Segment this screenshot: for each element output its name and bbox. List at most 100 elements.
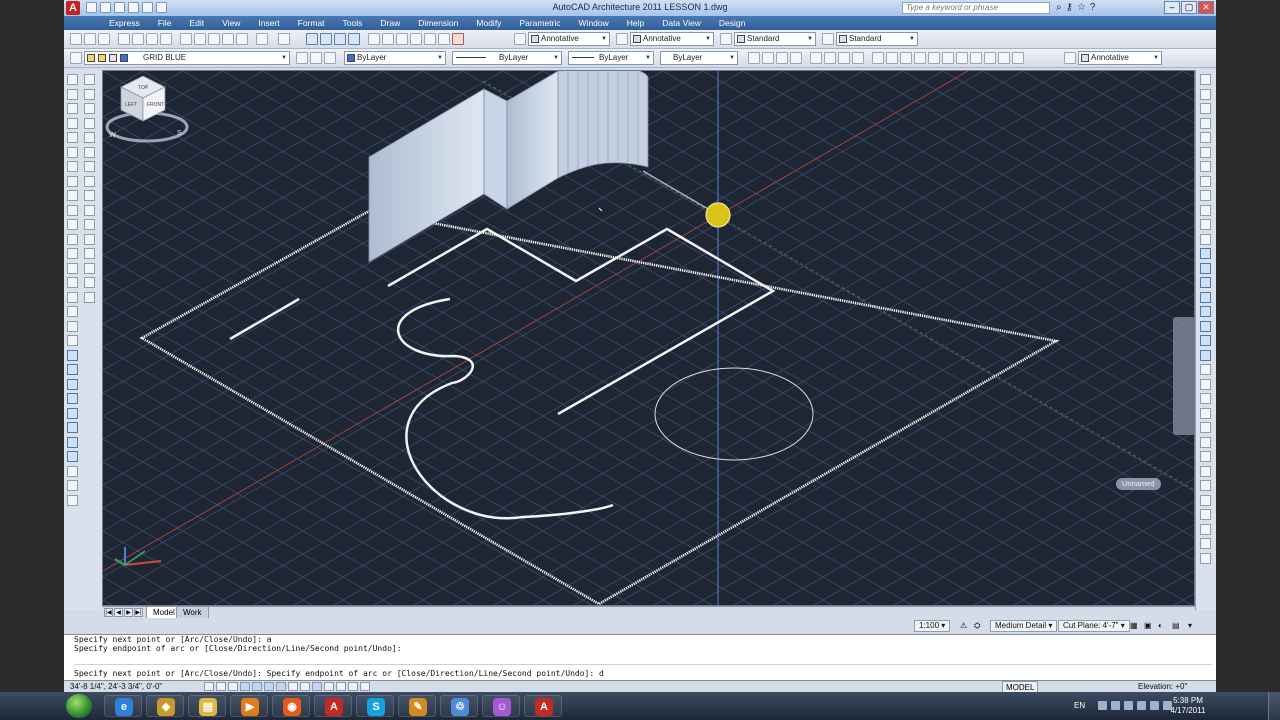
right-tool-32-icon[interactable] [1200,523,1211,535]
inspection-icon[interactable] [970,52,982,64]
taskbar-button-7[interactable]: S [356,695,394,717]
isolate-objects-icon[interactable]: ◐ [1158,620,1163,632]
linear-dim-icon[interactable] [748,52,760,64]
mirror-tool-icon[interactable] [84,103,95,114]
3d-object-snap-icon[interactable] [264,682,274,691]
star-icon[interactable]: ☆ [1077,2,1086,13]
display-configuration-dropdown[interactable]: Medium Detail ▾ [990,620,1058,632]
extend-tool-icon[interactable] [84,219,95,230]
dim-break-icon[interactable] [928,52,940,64]
zoom-window-icon[interactable] [334,33,346,45]
menu-format[interactable]: Format [289,16,334,30]
make-current-layer-icon[interactable] [296,52,308,64]
help-toolbar-icon[interactable] [452,33,464,45]
right-tool-29-icon[interactable] [1200,480,1211,491]
table-style-icon[interactable] [720,33,732,45]
move-tool-icon[interactable] [84,146,95,158]
right-tool-15-icon[interactable] [1200,277,1211,288]
right-tool-13-icon[interactable] [1200,248,1211,259]
layer-states-icon[interactable] [324,52,336,64]
cut-plane-control[interactable]: Cut Plane: 4'-7" ▾ [1058,620,1130,632]
last-tab-icon[interactable]: ▶| [134,608,143,617]
text-style-dropdown[interactable]: Annotative [528,32,610,46]
sheet-set-icon[interactable] [410,33,422,45]
command-line[interactable]: Specify next point or [Arc/Close/Undo]: … [64,634,1216,681]
ortho-mode-icon[interactable] [228,682,238,691]
model-space-toggle[interactable]: MODEL [1002,681,1039,692]
continue-dim-icon[interactable] [900,52,912,64]
jogged-dim-icon[interactable] [824,52,836,64]
dynamic-input-icon[interactable] [300,682,310,691]
ellipse-arc-tool-icon[interactable] [67,219,78,230]
lineweight-display-icon[interactable] [312,682,322,691]
plot-preview-icon[interactable] [132,33,144,45]
right-tool-12-icon[interactable] [1200,233,1211,245]
menu-view[interactable]: View [213,16,249,30]
taskbar-button-5[interactable]: ◉ [272,695,310,717]
baseline-dim-icon[interactable] [886,52,898,64]
help-search-input[interactable]: Type a keyword or phrase [902,2,1050,14]
plot-button-icon[interactable] [118,33,130,45]
hatch-tool-icon[interactable] [67,277,78,288]
start-button[interactable] [66,694,92,718]
offset-tool-icon[interactable] [84,117,95,129]
mleader-style-icon[interactable] [822,33,834,45]
navigation-bar[interactable] [1173,317,1194,435]
space-tool-icon[interactable] [67,393,78,404]
network-icon[interactable] [1111,701,1120,710]
ellipse-tool-icon[interactable] [67,204,78,216]
annotation-visibility-icon[interactable]: ⚠ [960,620,967,632]
erase-tool-icon[interactable] [84,74,95,85]
arc-tool-icon[interactable] [67,146,78,158]
spline-tool-icon[interactable] [67,190,78,201]
tray-arrow-icon[interactable] [1098,701,1107,710]
dim-style-dropdown[interactable]: Annotative [630,32,714,46]
right-tool-21-icon[interactable] [1200,364,1211,375]
right-tool-17-icon[interactable] [1200,306,1211,317]
right-tool-25-icon[interactable] [1200,422,1211,433]
menu-file[interactable]: File [149,16,181,30]
command-prompt-line[interactable]: Specify next point or [Arc/Close/Undo]: … [64,669,604,678]
right-tool-7-icon[interactable] [1200,161,1211,172]
copy-tool-icon[interactable] [84,88,95,100]
mtext-tool-icon[interactable] [67,335,78,346]
menu-edit[interactable]: Edit [180,16,213,30]
lineweight-dropdown[interactable]: ByLayer [568,51,654,65]
right-tool-28-icon[interactable] [1200,465,1211,477]
save-file-icon[interactable] [98,33,110,45]
cut-icon[interactable] [180,33,192,45]
pan-icon[interactable] [306,33,318,45]
show-desktop-button[interactable] [1268,692,1280,720]
right-tool-33-icon[interactable] [1200,538,1211,549]
menu-parametric[interactable]: Parametric [510,16,569,30]
quickcalc-icon[interactable] [438,33,450,45]
annotation-scale-icon[interactable] [1064,52,1076,64]
taskbar-button-3[interactable]: ▤ [188,695,226,717]
transparency-icon[interactable] [324,682,334,691]
dim-style-icon[interactable] [616,33,628,45]
taskbar-button-9[interactable]: ♲ [440,695,478,717]
circle-tool-icon[interactable] [67,161,78,172]
menu-draw[interactable]: Draw [371,16,409,30]
taskbar-clock[interactable]: 5:38 PM 4/17/2011 [1166,696,1210,716]
section-tool-icon[interactable] [67,480,78,491]
publish-icon[interactable] [146,33,158,45]
mleader-style-dropdown[interactable]: Standard [836,32,918,46]
text-style-icon[interactable] [514,33,526,45]
right-tool-19-icon[interactable] [1200,335,1211,346]
right-tool-1-icon[interactable] [1200,74,1211,85]
break-tool-icon[interactable] [84,233,95,245]
language-indicator[interactable]: EN [1074,701,1085,710]
surface-hatch-icon[interactable]: ▦ [1130,620,1138,632]
color-dropdown[interactable]: ByLayer [344,51,446,65]
aligned-dim-icon[interactable] [762,52,774,64]
elevation-readout[interactable]: Elevation: +0" [1138,681,1187,692]
menu-design[interactable]: Design [710,16,754,30]
dim-space-icon[interactable] [914,52,926,64]
ordinate-dim-icon[interactable] [790,52,802,64]
right-tool-18-icon[interactable] [1200,320,1211,332]
window-tool-icon[interactable] [67,378,78,390]
linetype-dropdown[interactable]: ByLayer [452,51,562,65]
layer-dropdown[interactable]: GRID BLUE [84,51,290,65]
chamfer-tool-icon[interactable] [84,262,95,274]
